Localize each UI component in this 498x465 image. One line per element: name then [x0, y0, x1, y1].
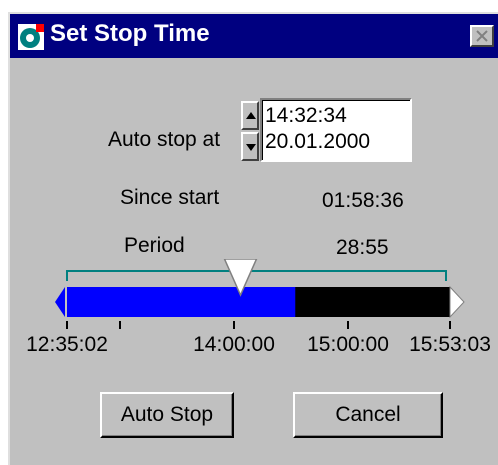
period-value: 28:55	[336, 236, 389, 259]
elapsed-bar	[67, 287, 296, 317]
spin-down-button[interactable]	[241, 132, 259, 161]
close-button[interactable]	[470, 25, 494, 47]
tick-label: 15:53:03	[409, 333, 491, 356]
scroll-left-icon[interactable]	[55, 287, 65, 317]
date-time-spinner[interactable]	[241, 101, 261, 164]
stop-datetime-field[interactable]: 14:32:34 20.01.2000	[260, 98, 412, 162]
close-icon	[476, 30, 488, 42]
spin-up-button[interactable]	[241, 101, 259, 130]
app-icon	[18, 24, 44, 50]
since-start-value: 01:58:36	[322, 189, 404, 212]
arrow-up-icon	[246, 112, 256, 119]
arrow-down-icon	[246, 144, 256, 151]
scroll-right-icon[interactable]	[449, 285, 465, 319]
stop-time-value[interactable]: 14:32:34	[265, 104, 347, 128]
stop-time-slider[interactable]: 12:35:02 14:00:00 15:00:00 15:53:03	[10, 259, 498, 369]
title-bar[interactable]: Set Stop Time	[10, 14, 498, 58]
period-label: Period	[124, 234, 185, 257]
window-title: Set Stop Time	[50, 20, 210, 47]
auto-stop-button[interactable]: Auto Stop	[100, 392, 234, 438]
tick-label: 15:00:00	[307, 333, 389, 356]
cancel-button[interactable]: Cancel	[293, 392, 443, 438]
slider-track-line	[66, 270, 447, 281]
tick-label: 14:00:00	[193, 333, 275, 356]
tick-label: 12:35:02	[26, 333, 108, 356]
stop-date-value[interactable]: 20.01.2000	[265, 130, 370, 154]
since-start-label: Since start	[120, 186, 220, 209]
set-stop-time-dialog: Set Stop Time Auto stop at 14:32:34 20.0…	[8, 12, 498, 465]
auto-stop-label: Auto stop at	[108, 128, 221, 151]
